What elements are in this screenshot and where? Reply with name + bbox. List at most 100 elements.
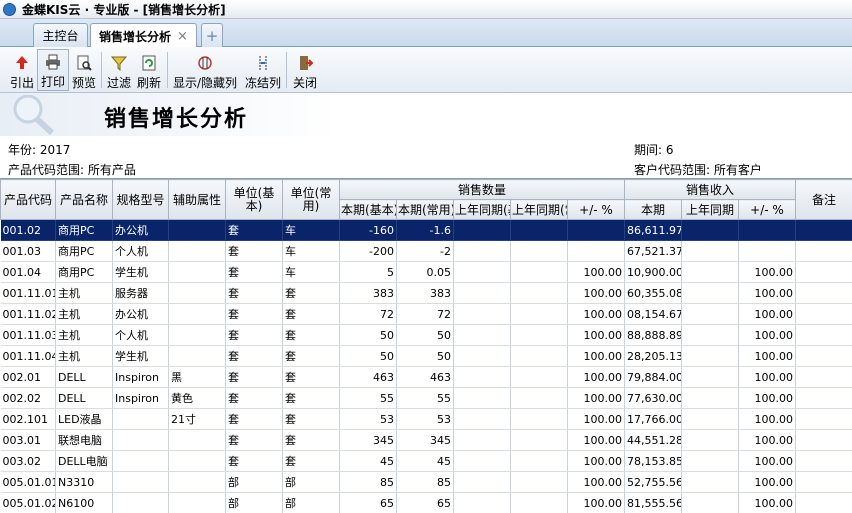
cell-uc: 套 [282, 408, 340, 430]
cell-name: 主机 [55, 345, 113, 367]
cell-uc: 车 [282, 240, 340, 262]
print-button[interactable]: 打印 [37, 49, 69, 91]
cell-spec: 办公机 [112, 303, 169, 325]
cell-rl [681, 471, 739, 493]
cell-note [795, 429, 852, 451]
col-header-qty-pct[interactable]: +/- % [567, 199, 625, 220]
report-banner: 销售增长分析 [0, 93, 852, 136]
cell-qc: 463 [396, 366, 454, 388]
cell-lb [453, 366, 511, 388]
cell-qb: 65 [339, 492, 397, 513]
cell-rl [681, 324, 739, 346]
cell-qb: 50 [339, 345, 397, 367]
cell-uc: 车 [282, 261, 340, 283]
tab-main-console[interactable]: 主控台 [33, 23, 88, 47]
cell-qb: 55 [339, 387, 397, 409]
table-row[interactable]: 001.11.02 主机 办公机套套 72 72 100.00 08,154.67 100.0… [0, 303, 852, 325]
col-header-qty-ly-basic[interactable]: 上年同期(基本) [453, 199, 511, 220]
cell-qb: 45 [339, 450, 397, 472]
table-row[interactable]: 001.03 商用PC 个人机 套车 -200 -2 67,521.37 [0, 240, 852, 262]
cell-rc: 81,555.56 [624, 492, 682, 513]
cell-lb [453, 303, 511, 325]
cell-ub: 套 [225, 429, 283, 451]
cell-rl [681, 366, 739, 388]
toolbar-divider [167, 52, 168, 88]
col-header-code[interactable]: 产品代码 [0, 179, 56, 220]
table-row[interactable]: 002.101 LED液晶 21寸套套 53 53 100.00 17,766.00 100.… [0, 408, 852, 430]
freeze-columns-button[interactable]: 冻结列 [244, 49, 282, 91]
cell-aux [168, 492, 226, 513]
table-row[interactable]: 002.02 DELL Inspiron 黄色套套 55 55 100.00 77,630.0… [0, 387, 852, 409]
table-row[interactable]: 001.02 商用PC 办公机 套车 -160 -1.6 86,611.97 [0, 219, 852, 241]
add-tab-button[interactable]: + [201, 23, 223, 47]
cell-qp: 100.00 [567, 324, 625, 346]
cell-ub: 套 [225, 261, 283, 283]
cell-rp: 100.00 [738, 387, 797, 409]
cell-spec [112, 492, 169, 513]
cell-aux: 21寸 [168, 408, 226, 430]
report-grid[interactable]: 产品代码 产品名称 规格型号 辅助属性 单位(基本) 单位(常用) 销售数量 销… [0, 178, 852, 513]
cell-lb [453, 219, 511, 241]
cell-qc: 65 [396, 492, 454, 513]
cell-rc: 67,521.37 [624, 240, 682, 262]
cell-qp: 100.00 [567, 282, 625, 304]
table-row[interactable]: 002.01 DELL Inspiron 黑套套 463 463 100.00 79,884.… [0, 366, 852, 388]
col-header-name[interactable]: 产品名称 [55, 179, 113, 220]
col-header-unit-basic[interactable]: 单位(基本) [225, 179, 283, 220]
tab-sales-growth[interactable]: 销售增长分析 × [90, 23, 197, 48]
cell-uc: 套 [282, 450, 340, 472]
col-header-qty-cur-common[interactable]: 本期(常用) [396, 199, 454, 220]
cell-qp: 100.00 [567, 450, 625, 472]
cell-spec: Inspiron [112, 387, 169, 409]
cell-code: 001.03 [0, 240, 56, 262]
cell-aux [168, 261, 226, 283]
preview-button[interactable]: 预览 [69, 49, 99, 91]
cell-aux [168, 240, 226, 262]
cell-qb: 345 [339, 429, 397, 451]
year-label: 年份: 2017 [8, 143, 71, 157]
cell-qc: 55 [396, 387, 454, 409]
cell-code: 002.02 [0, 387, 56, 409]
toolbar: 引出 打印 预览 过滤 刷新 显示/隐藏列 冻结列 关闭 [0, 47, 852, 93]
cell-qb: 53 [339, 408, 397, 430]
col-header-qty-ly-common[interactable]: 上年同期(常用) [510, 199, 568, 220]
close-tab-icon[interactable]: × [177, 29, 188, 44]
cell-qb: 85 [339, 471, 397, 493]
cell-ub: 套 [225, 450, 283, 472]
table-row[interactable]: 001.04 商用PC 学生机套车 5 0.05 100.00 10,900.00 100.0… [0, 261, 852, 283]
cell-qc: 50 [396, 345, 454, 367]
col-header-qty-cur-basic[interactable]: 本期(基本) [339, 199, 397, 220]
cell-rl [681, 450, 739, 472]
cell-name: 商用PC [55, 261, 113, 283]
col-header-unit-common[interactable]: 单位(常用) [282, 179, 340, 220]
col-header-rev-pct[interactable]: +/- % [737, 199, 797, 220]
col-header-rev-cur[interactable]: 本期 [624, 199, 682, 220]
col-header-aux[interactable]: 辅助属性 [168, 179, 226, 220]
refresh-button[interactable]: 刷新 [135, 49, 163, 91]
cell-qc: 45 [396, 450, 454, 472]
export-button[interactable]: 引出 [7, 49, 37, 91]
show-hide-columns-button[interactable]: 显示/隐藏列 [171, 49, 239, 91]
cell-lc [510, 345, 568, 367]
cell-qp: 100.00 [567, 261, 625, 283]
col-header-note[interactable]: 备注 [795, 179, 852, 220]
table-row[interactable]: 001.11.04 主机 学生机套套 50 50 100.00 28,205.13 100.0… [0, 345, 852, 367]
table-row[interactable]: 001.11.03 主机 个人机套套 50 50 100.00 88,888.89 100.0… [0, 324, 852, 346]
col-group-sales-revenue: 销售收入 [623, 179, 797, 200]
table-row[interactable]: 005.01.02 N6100 部部 65 65 100.00 81,555.56 100.0… [0, 492, 852, 513]
cell-spec: 个人机 [112, 240, 169, 262]
cell-ub: 套 [225, 345, 283, 367]
filter-button[interactable]: 过滤 [106, 49, 132, 91]
col-header-spec[interactable]: 规格型号 [112, 179, 169, 220]
close-button[interactable]: 关闭 [291, 49, 319, 91]
table-row[interactable]: 003.01 联想电脑套套 345 345 100.00 44,551.28 100.00 [0, 429, 852, 451]
refresh-icon [141, 55, 157, 71]
cell-qb: 463 [339, 366, 397, 388]
cell-aux [168, 345, 226, 367]
table-row[interactable]: 005.01.01 N3310 部部 85 85 100.00 52,755.56 100.0… [0, 471, 852, 493]
table-row[interactable]: 003.02 DELL电脑套套 45 45 100.00 78,153.85 100.00 [0, 450, 852, 472]
table-row[interactable]: 001.11.01 主机 服务器套套 383 383 100.00 60,355.08 100… [0, 282, 852, 304]
cell-rc: 79,884.00 [624, 366, 682, 388]
cell-rp: 100.00 [738, 324, 797, 346]
col-header-rev-ly[interactable]: 上年同期 [681, 199, 739, 220]
